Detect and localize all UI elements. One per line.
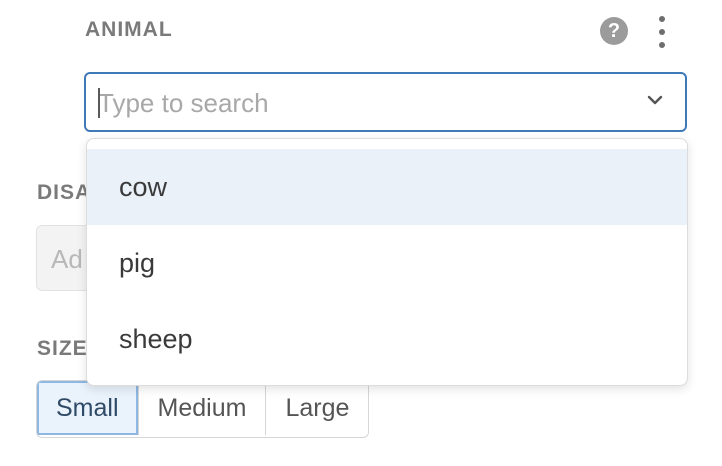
kebab-dot xyxy=(659,42,665,48)
size-option-large[interactable]: Large xyxy=(266,381,369,435)
form-panel: ANIMAL ? DISA Ad SIZE Small Medium Large… xyxy=(0,0,722,466)
animal-field-label: ANIMAL xyxy=(85,18,173,41)
animal-search-input[interactable] xyxy=(98,86,618,120)
disabled-input-placeholder: Ad xyxy=(51,244,83,274)
animal-dropdown-menu: cow pig sheep xyxy=(86,138,688,386)
size-option-medium[interactable]: Medium xyxy=(138,381,267,435)
question-circle-icon[interactable]: ? xyxy=(600,17,628,45)
dropdown-option-sheep[interactable]: sheep xyxy=(87,301,687,377)
dropdown-option-cow[interactable]: cow xyxy=(87,149,687,225)
animal-combobox[interactable] xyxy=(84,72,687,132)
kebab-menu-icon[interactable] xyxy=(650,16,674,48)
kebab-dot xyxy=(659,16,665,22)
size-field-label: SIZE xyxy=(37,337,88,360)
dropdown-option-pig[interactable]: pig xyxy=(87,225,687,301)
size-segmented-control: Small Medium Large xyxy=(36,380,370,438)
chevron-down-icon[interactable] xyxy=(645,90,665,110)
kebab-dot xyxy=(659,29,665,35)
text-cursor xyxy=(98,88,100,118)
disabled-field-label: DISA xyxy=(37,181,92,204)
size-option-small[interactable]: Small xyxy=(37,381,139,435)
